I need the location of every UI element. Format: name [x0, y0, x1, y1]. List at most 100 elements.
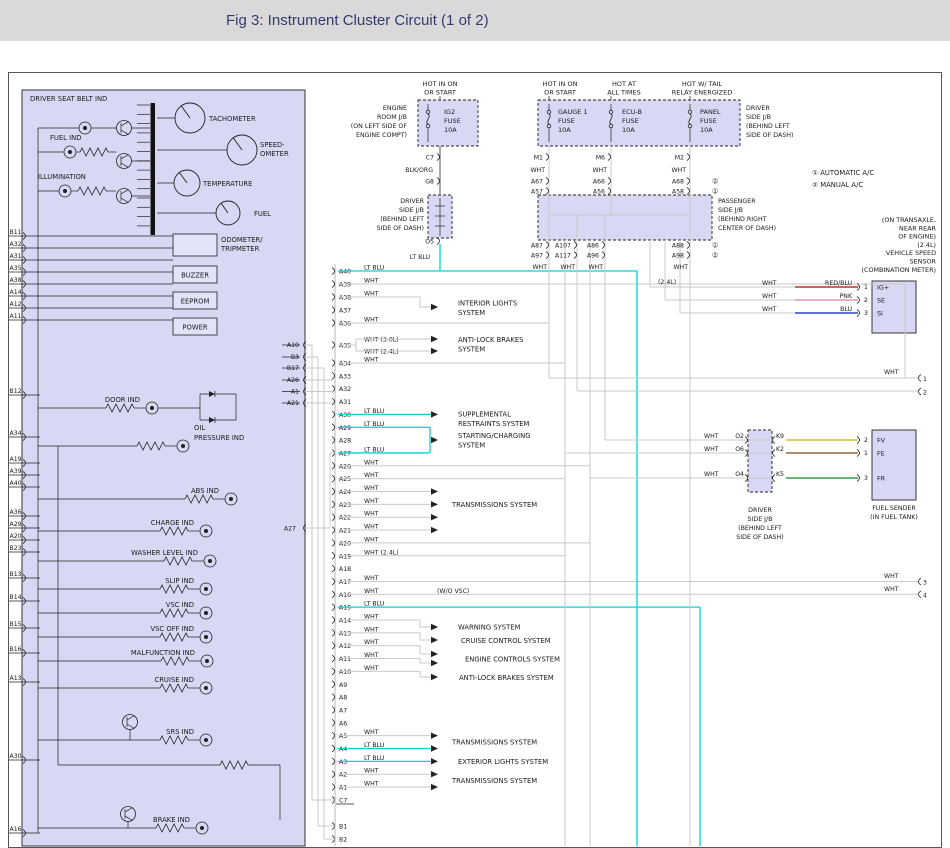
terminal-label: SE	[877, 297, 885, 305]
fuel-ind-label: FUEL IND	[50, 134, 81, 142]
cluster-pin-label: B15	[10, 621, 22, 628]
cluster-pin-label: A27	[284, 526, 296, 533]
ac-legend: ① AUTOMATIC A/C	[812, 169, 874, 177]
cluster-pin-label: A11	[10, 313, 22, 320]
power-label: POWER	[182, 324, 207, 332]
terminal-label: SI	[877, 310, 883, 318]
wire-color-label: WHT	[762, 293, 777, 300]
engine-variant-note: (2.4L)	[658, 279, 676, 286]
ac-note-1: ①	[712, 242, 718, 250]
harness-pin-label: A31	[339, 399, 351, 406]
connector-pin-number: 2	[864, 437, 868, 444]
indicator-lamp-dot	[204, 529, 208, 533]
indicator-label: VSC OFF IND	[150, 625, 194, 633]
jb-pin-label: K5	[776, 471, 784, 478]
buzzer-label: BUZZER	[181, 272, 209, 280]
tachometer-label: TACHOMETER	[208, 115, 256, 123]
passenger-jb-label: (BEHIND RIGHT	[718, 216, 767, 223]
jb-pin-label: A97	[531, 253, 543, 260]
fuse-label: FUSE	[444, 117, 461, 125]
jb-pin-label: A57	[531, 189, 543, 196]
driver-jb-label: (BEHIND LEFT	[738, 525, 782, 532]
harness-pin-label: A35	[339, 343, 351, 350]
wire-color-label: WHT	[364, 511, 379, 518]
harness-pin-label: A21	[339, 528, 351, 535]
combination-meter-box	[22, 90, 305, 846]
indicator-label: OIL	[194, 424, 205, 432]
wire-color-label: WHT	[364, 357, 379, 364]
cluster-pin-label: A1	[291, 389, 299, 396]
wire-color-label: WHT	[364, 498, 379, 505]
jb-pin-label: A67	[531, 179, 543, 186]
system-callout: STARTING/CHARGING	[458, 432, 530, 440]
hot-label: ALL TIMES	[607, 89, 640, 97]
wire-color-label: WHT	[364, 536, 379, 543]
connector-pin-number: 3	[864, 310, 868, 317]
jb-pin-label: O2	[735, 433, 744, 440]
wire-color-label: WHT	[762, 280, 777, 287]
passenger-jb-label: CENTER OF DASH)	[718, 225, 776, 232]
speed-sensor-note: SENSOR	[910, 258, 937, 266]
indicator-label: CRUISE IND	[154, 676, 194, 684]
ac-note-1: ①	[712, 188, 718, 196]
wire-color-label: WHT	[884, 586, 899, 593]
cluster-pin-label: B13	[10, 571, 22, 578]
fuse-label: IG2	[444, 108, 455, 116]
wire-color-label: WHT	[762, 306, 777, 313]
cluster-pin-label: B3	[291, 354, 299, 361]
hot-label: RELAY ENERGIZED	[672, 89, 732, 97]
speed-sensor-note: VEHICLE SPEED	[886, 249, 936, 257]
cluster-pin-label: A36	[10, 509, 22, 516]
odometer-box	[173, 234, 217, 256]
terminal-label: FE	[877, 450, 885, 458]
indicator-lamp-dot	[204, 738, 208, 742]
indicator-lamp-dot	[208, 559, 212, 563]
wire-color-label: WHT	[884, 369, 899, 376]
speed-sensor-note: (COMBINATION METER)	[862, 266, 936, 274]
harness-pin-label: B2	[339, 837, 347, 844]
illumination-label: ILLUMINATION	[38, 173, 86, 181]
driver-jb-label: SIDE J/B	[399, 207, 424, 214]
harness-pin-label: A1	[339, 785, 347, 792]
cluster-pin-label: A13	[10, 675, 22, 682]
harness-pin-label: A32	[339, 386, 351, 393]
engine-room-jb-label: ROOM J/B	[377, 114, 407, 121]
harness-pin-label: A34	[339, 361, 351, 368]
driver-jb-label: (BEHIND LEFT	[380, 216, 424, 223]
jb-pin-label: A66	[593, 179, 605, 186]
jb-pin-label: K2	[776, 446, 784, 453]
odometer-label: ODOMETER/	[221, 236, 263, 244]
wire-color-label: LT BLU	[410, 254, 430, 261]
wire-color-label: WHT	[364, 317, 379, 324]
system-callout: CRUISE CONTROL SYSTEM	[461, 637, 551, 645]
wire-color-label: WHT	[364, 652, 379, 659]
driver-jb-label: (BEHIND LEFT	[746, 123, 790, 130]
indicator-lamp-dot	[229, 497, 233, 501]
eeprom-label: EEPROM	[181, 298, 210, 306]
indicator-label: SRS IND	[166, 728, 194, 736]
harness-pin-label: A5	[339, 733, 347, 740]
odometer-label: TRIPMETER	[220, 245, 260, 253]
cluster-pin-label: A10	[287, 342, 299, 349]
connector-pin-number: 1	[864, 450, 868, 457]
fuel-sender-label: (IN FUEL TANK)	[870, 514, 918, 521]
wire-color-label: WHT	[364, 524, 379, 531]
harness-pin-label: A7	[339, 707, 347, 714]
wire-color-label: WHT	[673, 264, 688, 271]
cluster-pin-label: A39	[10, 468, 22, 475]
harness-pin-label: A3	[339, 759, 347, 766]
harness-pin-label: A23	[339, 502, 351, 509]
indicator-lamp-dot	[204, 611, 208, 615]
passenger-jb-label: PASSENGER	[718, 198, 756, 205]
connector-pin-number: 2	[864, 297, 868, 304]
engine-room-jb-label: ENGINE COMPT)	[356, 132, 407, 139]
harness-pin-label: A2	[339, 772, 347, 779]
indicator-lamp-dot	[205, 659, 209, 663]
wire-color-label: WHT (3.0L)	[364, 337, 399, 344]
system-callout: ENGINE CONTROLS SYSTEM	[465, 656, 560, 664]
jb-pin-label: M1	[534, 155, 543, 162]
harness-pin-label: A33	[339, 373, 351, 380]
harness-pin-label: A14	[339, 618, 351, 625]
system-callout: WARNING SYSTEM	[458, 624, 521, 632]
system-callout: ANTI-LOCK BRAKES	[458, 336, 523, 344]
